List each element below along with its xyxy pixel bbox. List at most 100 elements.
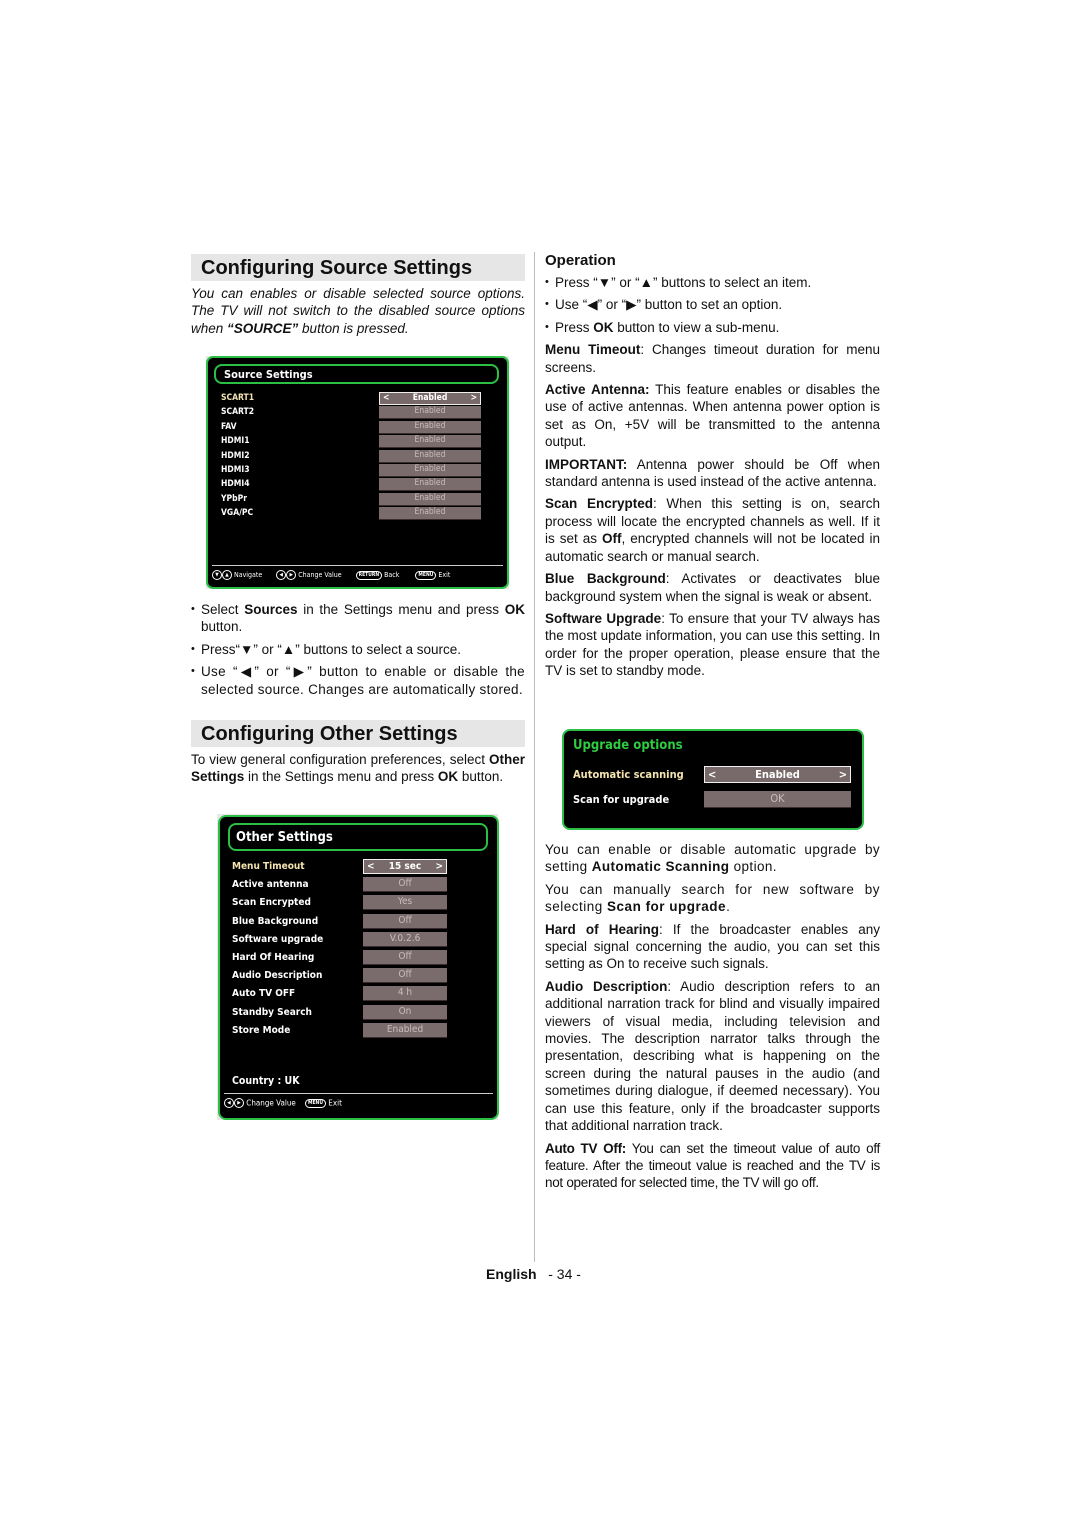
setting-value[interactable]: Off <box>363 950 447 965</box>
setting-label: Blue Background <box>232 915 319 927</box>
other-footer: ◀ ▶ Change Value MENU Exit <box>224 1093 493 1108</box>
setting-row[interactable]: Auto TV OFF 4 h <box>220 986 497 1002</box>
setting-value[interactable]: Off <box>363 913 447 929</box>
upgrade-options-screen: Upgrade options Automatic scanning Enable… <box>562 729 864 830</box>
source-bullets: Select Sources in the Settings menu and … <box>191 601 525 703</box>
setting-row[interactable]: HDMI3 Enabled <box>208 464 507 477</box>
setting-value[interactable]: On <box>363 1004 447 1020</box>
source-footer: ▼ ▲ Navigate ◀ ▶ Change Value RETURN Back … <box>212 565 503 580</box>
setting-value-text: 4 h <box>397 987 413 999</box>
setting-row[interactable]: SCART2 Enabled <box>208 406 507 420</box>
setting-value[interactable]: Enabled <box>379 435 481 449</box>
setting-value[interactable]: Yes <box>363 895 447 911</box>
setting-value-text: Off <box>398 878 412 890</box>
setting-row[interactable]: HDMI1 Enabled <box>208 435 507 449</box>
setting-value[interactable]: Enabled <box>379 449 481 463</box>
setting-label: Store Mode <box>232 1024 291 1036</box>
para-scan-encrypted: Scan Encrypted: When this setting is on,… <box>545 496 880 564</box>
source-settings-screen: Source Settings SCART1 Enabled < > SCART2 Ena… <box>206 356 509 589</box>
setting-value[interactable]: Off <box>363 968 447 984</box>
country-label: Country : UK <box>232 1075 300 1087</box>
bullet-select-sources: Select Sources in the Settings menu and … <box>191 601 525 636</box>
para-blue-background: Blue Background: Activates or deactivate… <box>545 571 881 604</box>
other-settings-section: Configuring Other Settings To view gener… <box>191 720 525 786</box>
setting-row[interactable]: FAV Enabled <box>208 420 507 434</box>
chevron-right-icon[interactable]: > <box>471 393 477 404</box>
setting-row[interactable]: SCART1 Enabled < > <box>208 392 507 405</box>
setting-row[interactable]: Hard Of Hearing Off <box>220 950 497 965</box>
setting-label: Automatic scanning <box>573 768 684 781</box>
setting-value[interactable]: Enabled <box>379 420 481 434</box>
setting-row[interactable]: HDMI2 Enabled <box>208 449 507 463</box>
column-divider <box>534 252 535 1262</box>
setting-label: HDMI4 <box>221 479 250 490</box>
op-bullet-select: Press “▼” or “▲” buttons to select an it… <box>545 274 880 292</box>
setting-row[interactable]: Audio Description Off <box>220 968 497 984</box>
setting-value[interactable]: Enabled <box>379 406 481 420</box>
operation-title: Operation <box>545 252 616 269</box>
setting-label: Audio Description <box>232 970 323 982</box>
up-key-icon: ▲ <box>222 570 232 580</box>
setting-value[interactable]: Enabled <box>379 478 481 492</box>
page-footer: English - 34 - <box>486 1266 581 1282</box>
setting-row[interactable]: Scan for upgrade OK <box>564 790 862 808</box>
setting-value[interactable]: Enabled <box>379 507 481 521</box>
setting-value-text: Enabled <box>414 435 446 446</box>
setting-row[interactable]: Automatic scanning Enabled < > <box>564 766 862 783</box>
setting-value[interactable]: Enabled <box>379 464 481 477</box>
setting-value[interactable]: Enabled < > <box>704 766 851 783</box>
setting-label: Standby Search <box>232 1006 312 1018</box>
setting-row[interactable]: YPbPr Enabled <box>208 492 507 506</box>
setting-value-text: Yes <box>397 896 413 908</box>
return-key-icon: RETURN <box>355 570 383 580</box>
setting-value[interactable]: 15 sec < > <box>363 859 447 874</box>
setting-row[interactable]: HDMI4 Enabled <box>208 478 507 492</box>
setting-value[interactable]: 4 h <box>363 986 447 1002</box>
setting-value-text: Enabled <box>414 492 446 503</box>
footer-exit: Exit <box>438 571 451 579</box>
setting-value-text: Off <box>398 951 412 962</box>
setting-row[interactable]: Blue Background Off <box>220 913 497 929</box>
setting-value-text: 15 sec <box>388 861 422 872</box>
left-column: Configuring Source Settings You can enab… <box>191 254 525 337</box>
setting-value[interactable]: Off <box>363 877 447 893</box>
setting-row[interactable]: Software upgrade V.0.2.6 <box>220 931 497 947</box>
setting-value[interactable]: Enabled <box>379 492 481 506</box>
setting-row[interactable]: Active antenna Off <box>220 877 497 893</box>
setting-row[interactable]: Menu Timeout 15 sec < > <box>220 859 497 874</box>
para-menu-timeout: Menu Timeout: Changes timeout duration f… <box>545 342 880 375</box>
setting-row[interactable]: VGA/PC Enabled <box>208 507 507 521</box>
setting-label: VGA/PC <box>221 508 254 519</box>
setting-value[interactable]: V.0.2.6 <box>363 931 447 947</box>
setting-label: Software upgrade <box>232 933 324 945</box>
para-important: IMPORTANT: Antenna power should be Off w… <box>545 456 880 490</box>
setting-row[interactable]: Standby Search On <box>220 1004 497 1020</box>
setting-value-text: V.0.2.6 <box>389 932 421 944</box>
setting-label: YPbPr <box>221 493 247 504</box>
footer-change-value: Change Value <box>298 571 342 579</box>
chevron-left-icon[interactable]: < <box>367 860 375 873</box>
chevron-left-icon[interactable]: < <box>383 393 389 404</box>
chevron-left-icon[interactable]: < <box>708 767 716 782</box>
chevron-right-icon[interactable]: > <box>435 860 443 873</box>
setting-value[interactable]: OK <box>704 790 851 808</box>
op-bullet-submenu: Press OK button to view a sub-menu. <box>545 319 880 337</box>
chevron-right-icon[interactable]: > <box>839 767 847 782</box>
footer-exit: Exit <box>328 1098 342 1108</box>
down-key-icon: ▼ <box>212 570 222 580</box>
para-audio-description: Audio Description: Audio description ref… <box>545 978 880 1134</box>
setting-value[interactable]: Enabled < > <box>379 392 481 405</box>
setting-row[interactable]: Scan Encrypted Yes <box>220 895 497 911</box>
setting-row[interactable]: Store Mode Enabled <box>220 1022 497 1038</box>
setting-value[interactable]: Enabled <box>363 1022 447 1038</box>
setting-value-text: On <box>398 1005 412 1017</box>
setting-label: Active antenna <box>232 879 309 891</box>
setting-value-text: Enabled <box>414 449 446 460</box>
footer-back: Back <box>384 571 400 579</box>
page-number: - 34 - <box>548 1266 581 1282</box>
other-intro: To view general configuration preference… <box>191 752 525 785</box>
para-active-antenna: Active Antenna: This feature enables or … <box>545 382 881 450</box>
right-column: Operation Press “▼” or “▲” buttons to se… <box>545 252 880 685</box>
setting-label: Scan for upgrade <box>573 792 670 806</box>
right-key-icon: ▶ <box>234 1098 244 1108</box>
